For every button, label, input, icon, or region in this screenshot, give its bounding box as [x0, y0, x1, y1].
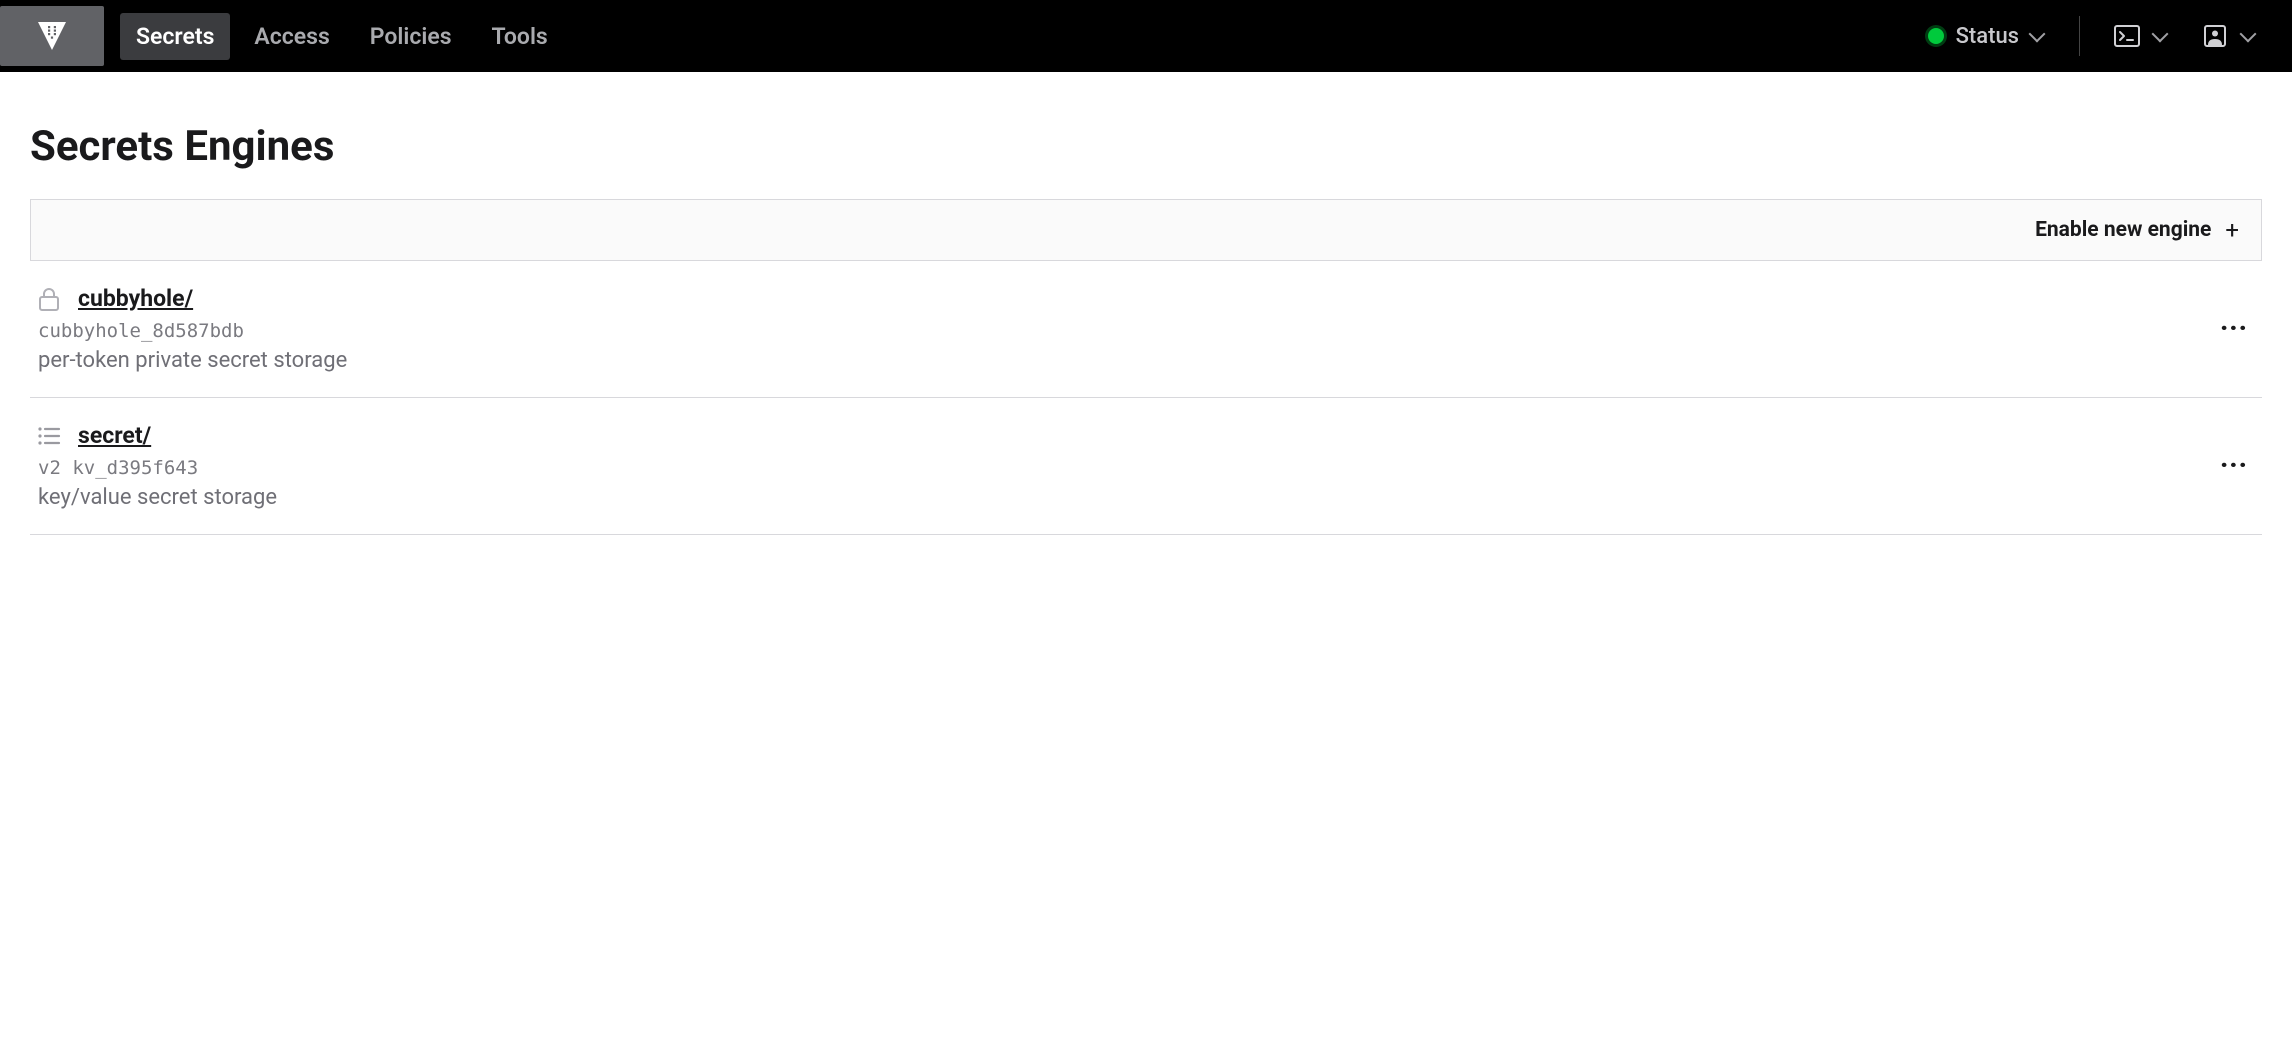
terminal-icon	[2114, 25, 2140, 47]
main-content: Secrets Engines Enable new engine + cubb…	[0, 72, 2292, 565]
lock-icon	[36, 286, 62, 312]
chevron-down-icon	[2029, 26, 2046, 43]
engine-id: v2 kv_d395f643	[38, 457, 2256, 479]
enable-new-engine-label: Enable new engine	[2035, 218, 2211, 242]
status-menu[interactable]: Status	[1908, 14, 2063, 59]
list-icon	[36, 423, 62, 449]
chevron-down-icon	[2152, 26, 2169, 43]
plus-icon: +	[2225, 218, 2239, 242]
engine-id: cubbyhole_8d587bdb	[38, 320, 2256, 342]
console-menu[interactable]	[2096, 15, 2184, 57]
engine-row: cubbyhole/ cubbyhole_8d587bdb per-token …	[30, 261, 2262, 398]
engine-link-secret[interactable]: secret/	[78, 422, 151, 449]
engine-row: secret/ v2 kv_d395f643 key/value secret …	[30, 398, 2262, 535]
vault-logo-icon	[36, 20, 68, 52]
more-actions-button[interactable]: ···	[2212, 315, 2256, 344]
nav-item-policies[interactable]: Policies	[354, 13, 468, 60]
nav-divider	[2079, 16, 2080, 56]
top-navbar: Secrets Access Policies Tools Status	[0, 0, 2292, 72]
status-indicator-icon	[1928, 28, 1944, 44]
engine-description: per-token private secret storage	[38, 348, 2256, 373]
nav-item-access[interactable]: Access	[238, 13, 345, 60]
user-menu[interactable]	[2184, 15, 2272, 57]
status-label: Status	[1956, 24, 2019, 49]
nav-item-secrets[interactable]: Secrets	[120, 13, 230, 60]
nav-item-tools[interactable]: Tools	[476, 13, 564, 60]
nav-right: Status	[1908, 14, 2292, 59]
engine-description: key/value secret storage	[38, 485, 2256, 510]
more-actions-button[interactable]: ···	[2212, 452, 2256, 481]
more-icon: ···	[2220, 451, 2248, 481]
engine-list: cubbyhole/ cubbyhole_8d587bdb per-token …	[30, 261, 2262, 535]
nav-items: Secrets Access Policies Tools	[120, 13, 564, 60]
toolbar: Enable new engine +	[30, 199, 2262, 261]
engine-link-cubbyhole[interactable]: cubbyhole/	[78, 285, 193, 312]
chevron-down-icon	[2240, 26, 2257, 43]
more-icon: ···	[2220, 314, 2248, 344]
enable-new-engine-button[interactable]: Enable new engine +	[2035, 218, 2239, 242]
app-logo[interactable]	[0, 6, 104, 66]
page-title: Secrets Engines	[30, 122, 2262, 171]
user-icon	[2202, 25, 2228, 47]
